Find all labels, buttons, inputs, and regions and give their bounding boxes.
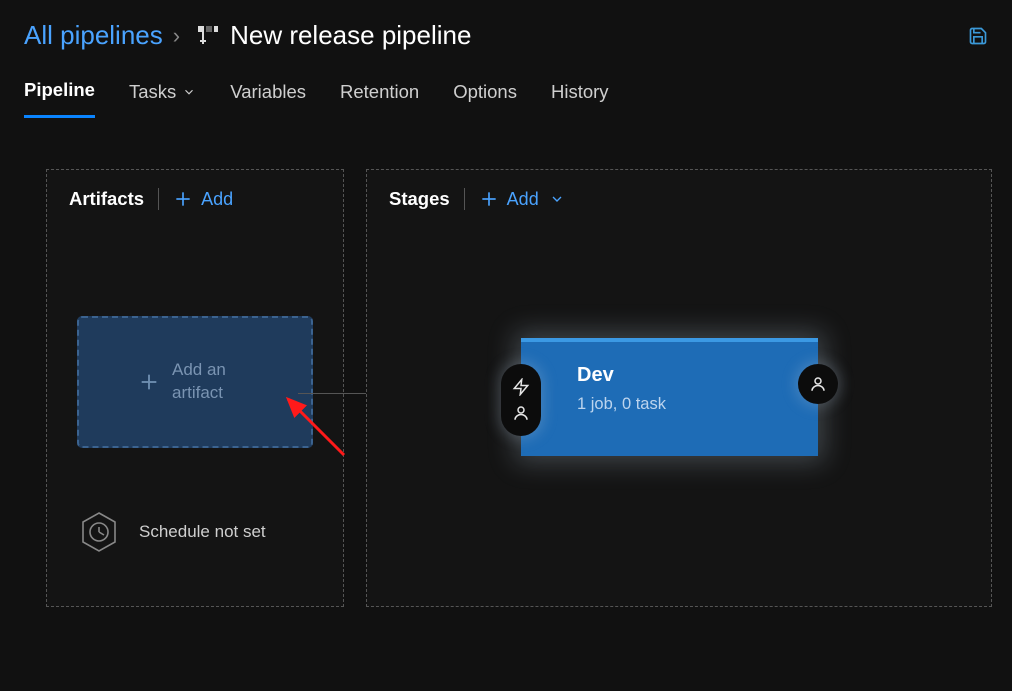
save-icon[interactable]	[968, 26, 988, 46]
add-stage-button[interactable]: Add	[479, 189, 565, 210]
stage-card-dev[interactable]: Dev 1 job, 0 task	[521, 338, 818, 456]
breadcrumb-separator: ›	[173, 23, 180, 49]
tab-variables[interactable]: Variables	[230, 79, 306, 118]
stage-name: Dev	[577, 364, 798, 387]
add-stage-label: Add	[507, 189, 539, 210]
person-icon	[512, 404, 530, 422]
chevron-down-icon	[182, 85, 196, 99]
breadcrumb-root-link[interactable]: All pipelines	[24, 20, 163, 51]
plus-icon	[138, 371, 160, 393]
tab-options[interactable]: Options	[453, 79, 517, 118]
add-artifact-card[interactable]: Add an artifact	[77, 316, 313, 448]
tab-tasks[interactable]: Tasks	[129, 79, 196, 118]
stage-body: Dev 1 job, 0 task	[521, 342, 818, 414]
stage-postdeploy-conditions[interactable]	[798, 364, 838, 404]
artifacts-header: Artifacts Add	[47, 170, 343, 228]
stages-panel: Stages Add Dev 1 job, 0 task	[366, 169, 992, 607]
pipeline-icon	[196, 24, 220, 48]
stage-predeploy-conditions[interactable]	[501, 364, 541, 436]
tabs: Pipeline Tasks Variables Retention Optio…	[0, 61, 1012, 119]
clock-hexagon-icon	[77, 510, 121, 554]
artifacts-title: Artifacts	[69, 188, 144, 210]
tab-pipeline[interactable]: Pipeline	[24, 79, 95, 118]
header-actions	[968, 26, 988, 46]
tab-tasks-label: Tasks	[129, 81, 176, 103]
tab-retention[interactable]: Retention	[340, 79, 419, 118]
schedule-row[interactable]: Schedule not set	[77, 510, 313, 554]
separator	[464, 188, 465, 210]
plus-icon	[173, 189, 193, 209]
stages-title: Stages	[389, 188, 450, 210]
lightning-icon	[512, 378, 530, 396]
stage-subtitle: 1 job, 0 task	[577, 395, 798, 414]
add-artifact-label: Add	[201, 189, 233, 210]
schedule-label: Schedule not set	[139, 521, 266, 543]
tab-history[interactable]: History	[551, 79, 609, 118]
header: All pipelines › New release pipeline	[0, 0, 1012, 61]
plus-icon	[479, 189, 499, 209]
header-left: All pipelines › New release pipeline	[24, 20, 471, 51]
pipeline-canvas: Artifacts Add Add an artifact	[0, 119, 1012, 191]
separator	[158, 188, 159, 210]
page-title[interactable]: New release pipeline	[230, 20, 471, 51]
stages-header: Stages Add	[367, 170, 991, 228]
chevron-down-icon	[549, 191, 565, 207]
artifacts-panel: Artifacts Add Add an artifact	[46, 169, 344, 607]
add-artifact-card-label: Add an artifact	[172, 359, 252, 405]
person-icon	[809, 375, 827, 393]
add-artifact-button[interactable]: Add	[173, 189, 233, 210]
